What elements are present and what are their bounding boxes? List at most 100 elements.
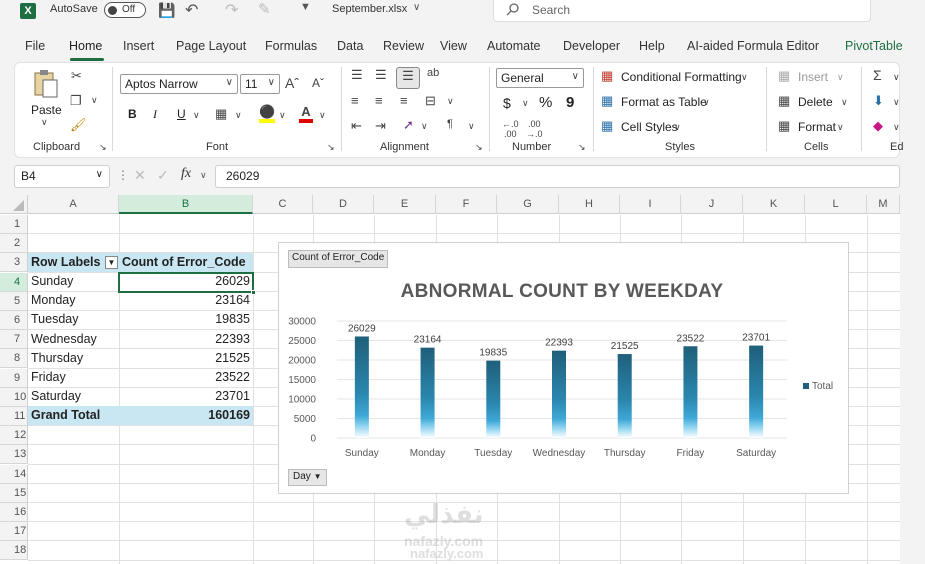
row-header[interactable]: 11 <box>0 407 28 426</box>
row-header[interactable]: 18 <box>0 541 28 561</box>
tab-help[interactable]: Help <box>639 39 665 53</box>
font-color-icon[interactable]: A <box>299 105 313 123</box>
conditional-formatting-button[interactable]: Conditional Formatting <box>621 70 742 84</box>
merge-center-icon[interactable]: ⊟ <box>425 93 436 109</box>
row-header[interactable]: 1 <box>0 215 28 234</box>
pivot-header-row-labels[interactable]: Row Labels ▼ <box>28 253 119 272</box>
grand-total-label[interactable]: Grand Total <box>28 406 119 425</box>
borders-dropdown-icon[interactable]: ∨ <box>235 110 242 121</box>
pivot-row-label[interactable]: Sunday <box>28 272 119 291</box>
paste-dropdown-icon[interactable]: ∨ <box>41 117 48 128</box>
alignment-launcher-icon[interactable]: ↘ <box>475 142 483 153</box>
format-as-table-button[interactable]: Format as Table <box>621 95 707 109</box>
tab-review[interactable]: Review <box>383 39 424 53</box>
clipboard-launcher-icon[interactable]: ↘ <box>99 142 107 153</box>
row-header[interactable]: 3 <box>0 253 28 273</box>
tab-page-layout[interactable]: Page Layout <box>176 39 246 53</box>
column-header-f[interactable]: F <box>436 195 497 214</box>
pivot-row-label[interactable]: Saturday <box>28 387 119 406</box>
column-header-h[interactable]: H <box>559 195 620 214</box>
row-header[interactable]: 13 <box>0 445 28 465</box>
delete-dropdown-icon[interactable]: ∨ <box>841 97 848 108</box>
tab-file[interactable]: File <box>25 39 45 53</box>
clear-dropdown-icon[interactable]: ∨ <box>893 122 900 133</box>
insert-cells-button[interactable]: Insert <box>798 70 828 84</box>
format-dropdown-icon[interactable]: ∨ <box>837 122 844 133</box>
increase-font-icon[interactable]: Aˆ <box>285 75 299 91</box>
font-name-select[interactable]: Aptos Narrow ∨ <box>120 74 238 94</box>
undo-icon[interactable]: ↶ <box>185 0 198 20</box>
fill-dropdown-icon[interactable]: ∨ <box>893 97 900 108</box>
column-header-a[interactable]: A <box>28 195 119 214</box>
pivot-header-count[interactable]: Count of Error_Code <box>119 253 253 272</box>
underline-dropdown-icon[interactable]: ∨ <box>193 110 200 121</box>
active-cell-b4[interactable] <box>118 272 254 293</box>
tab-ai-formula-editor[interactable]: AI-aided Formula Editor <box>687 39 819 53</box>
pivot-row-label[interactable]: Friday <box>28 368 119 387</box>
pivot-row-value[interactable]: 22393 <box>119 330 253 349</box>
row-header[interactable]: 4 <box>0 272 28 292</box>
font-color-dropdown-icon[interactable]: ∨ <box>319 110 326 121</box>
autosum-dropdown-icon[interactable]: ∨ <box>893 72 900 83</box>
decrease-decimal-icon[interactable]: .00 →.0 <box>526 119 543 139</box>
tab-home[interactable]: Home <box>69 39 102 53</box>
delete-cells-button[interactable]: Delete <box>798 95 833 109</box>
text-direction-icon[interactable]: ➚ <box>403 117 414 133</box>
column-header-d[interactable]: D <box>313 195 374 214</box>
column-header-l[interactable]: L <box>805 195 867 214</box>
insert-cells-icon[interactable]: ▦ <box>778 68 790 84</box>
conditional-formatting-icon[interactable]: ▦ <box>601 68 613 84</box>
pivot-row-label[interactable]: Monday <box>28 291 119 310</box>
cell-styles-dropdown-icon[interactable]: ∨ <box>674 122 681 133</box>
comma-button[interactable]: 9 <box>566 94 574 111</box>
row-header[interactable]: 12 <box>0 426 28 446</box>
italic-button[interactable]: I <box>153 107 157 122</box>
file-name[interactable]: September.xlsx <box>332 3 407 15</box>
paste-icon[interactable] <box>30 69 60 99</box>
font-launcher-icon[interactable]: ↘ <box>327 142 335 153</box>
save-icon[interactable]: 💾 <box>158 2 175 19</box>
fx-dropdown-icon[interactable]: ∨ <box>200 170 207 181</box>
pivot-row-label[interactable]: Tuesday <box>28 310 119 329</box>
decrease-font-icon[interactable]: Aˇ <box>312 76 324 90</box>
currency-dropdown-icon[interactable]: ∨ <box>522 98 529 109</box>
column-header-b[interactable]: B <box>119 195 253 214</box>
clear-icon[interactable]: ◆ <box>873 118 883 134</box>
row-header[interactable]: 10 <box>0 387 28 407</box>
column-header-i[interactable]: I <box>620 195 681 214</box>
bold-button[interactable]: B <box>128 107 137 121</box>
paragraph-icon[interactable]: ¶ <box>447 118 453 130</box>
number-launcher-icon[interactable]: ↘ <box>578 142 586 153</box>
search-box[interactable]: Search <box>493 0 871 22</box>
copy-dropdown-icon[interactable]: ∨ <box>91 95 98 106</box>
row-header[interactable]: 5 <box>0 291 28 311</box>
number-format-select[interactable]: General ∨ <box>496 68 584 88</box>
grand-total-value[interactable]: 160169 <box>119 406 253 425</box>
day-field-button[interactable]: Day ▼ <box>288 469 327 486</box>
column-header-k[interactable]: K <box>743 195 805 214</box>
align-center-icon[interactable]: ≡ <box>375 93 383 108</box>
fill-handle[interactable] <box>251 290 256 295</box>
tab-formulas[interactable]: Formulas <box>265 39 317 53</box>
pivot-row-value[interactable]: 23164 <box>119 291 253 310</box>
align-bottom-icon[interactable]: ☰ <box>396 67 420 89</box>
format-as-table-dropdown-icon[interactable]: ∨ <box>703 97 710 108</box>
column-header-e[interactable]: E <box>374 195 436 214</box>
pivot-row-value[interactable]: 19835 <box>119 310 253 329</box>
format-cells-icon[interactable]: ▦ <box>778 118 790 134</box>
column-header-c[interactable]: C <box>253 195 313 214</box>
customize-icon[interactable]: ▼ <box>300 1 311 13</box>
formula-input[interactable]: 26029 <box>215 165 900 188</box>
tab-automate[interactable]: Automate <box>487 39 541 53</box>
pivot-row-value[interactable]: 23522 <box>119 368 253 387</box>
format-as-table-icon[interactable]: ▦ <box>601 93 613 109</box>
underline-button[interactable]: U <box>177 107 186 121</box>
row-header[interactable]: 2 <box>0 234 28 254</box>
text-direction-dropdown-icon[interactable]: ∨ <box>421 121 428 132</box>
tab-view[interactable]: View <box>440 39 467 53</box>
delete-cells-icon[interactable]: ▦ <box>778 93 790 109</box>
paste-label[interactable]: Paste <box>31 103 62 117</box>
percent-button[interactable]: % <box>539 94 552 111</box>
redo-icon[interactable]: ↷ <box>225 0 238 20</box>
row-header[interactable]: 7 <box>0 330 28 350</box>
